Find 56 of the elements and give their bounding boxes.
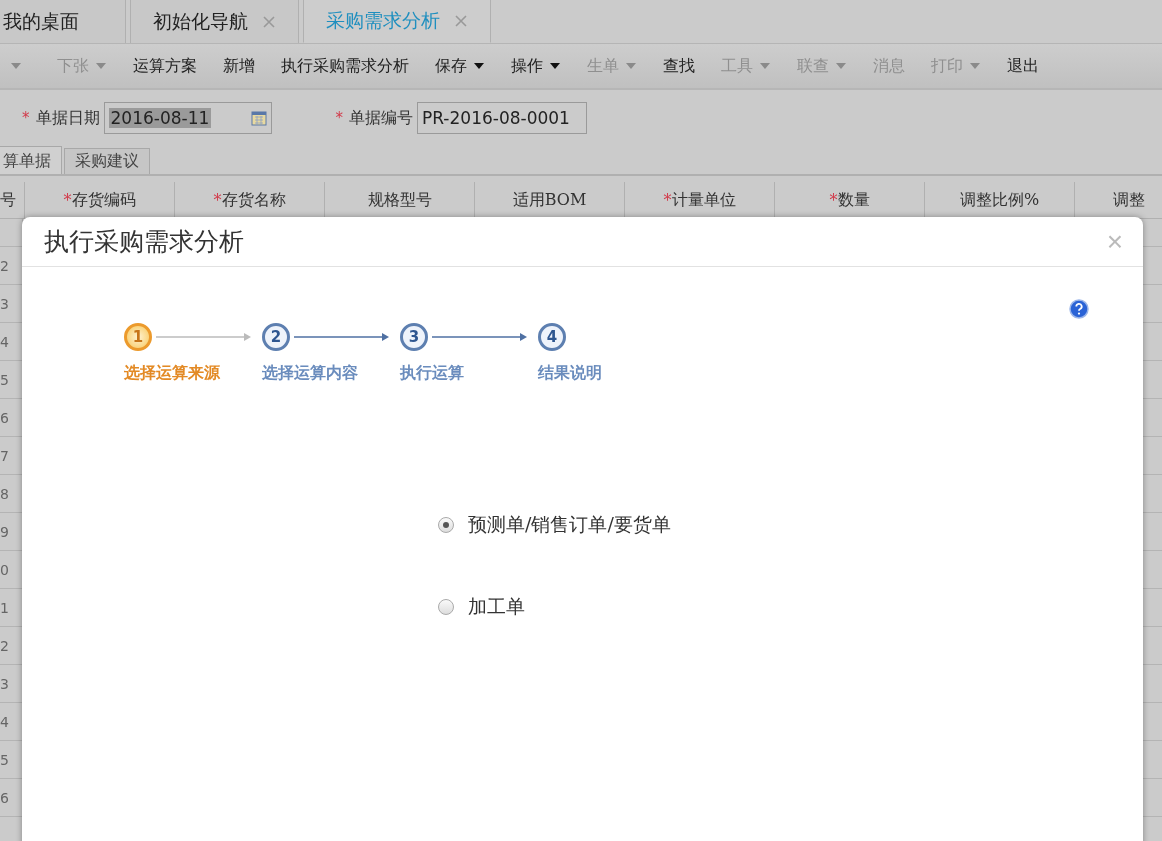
step-number: 2 — [262, 323, 290, 351]
row-number: 4 — [0, 713, 9, 730]
row-number: 9 — [0, 523, 9, 540]
step-number: 3 — [400, 323, 428, 351]
toolbar-button[interactable]: 新增 — [210, 55, 266, 77]
step-label: 选择运算来源 — [124, 363, 221, 384]
radio-label[interactable]: 加工单 — [468, 594, 525, 620]
required-mark: * — [22, 109, 30, 127]
step-label: 结果说明 — [538, 363, 603, 384]
text-field[interactable]: PR-2016-08-0001 — [417, 102, 587, 134]
radio-button[interactable] — [438, 599, 454, 615]
dialog-title: 执行采购需求分析 — [44, 226, 244, 258]
field-label: 单据日期 — [35, 107, 100, 129]
toolbar-button[interactable]: 运算方案 — [120, 55, 208, 77]
step-label: 选择运算内容 — [262, 363, 359, 384]
step-number: 1 — [124, 323, 152, 351]
arrow-icon — [432, 332, 528, 342]
step-label: 执行运算 — [400, 363, 465, 384]
date-field[interactable]: 2016-08-11 — [103, 102, 272, 134]
sub-tab[interactable]: 采购建议 — [64, 148, 150, 174]
row-number: 5 — [0, 371, 9, 388]
caret-icon[interactable] — [473, 62, 485, 70]
step-number: 4 — [538, 323, 566, 351]
close-icon[interactable] — [262, 14, 276, 29]
row-number: 8 — [0, 485, 9, 502]
close-icon[interactable] — [454, 14, 468, 28]
row-number: 6 — [0, 409, 9, 426]
arrow-icon — [294, 332, 390, 342]
page-tab[interactable]: 我的桌面 — [0, 0, 126, 43]
toolbar-button[interactable]: 查找 — [650, 55, 706, 77]
row-number: 1 — [0, 599, 9, 616]
row-number: 0 — [0, 561, 9, 578]
arrow-icon — [156, 332, 252, 342]
row-number: 3 — [0, 675, 9, 692]
toolbar-button[interactable]: 退出 — [994, 55, 1050, 77]
toolbar-button[interactable]: 操作 — [498, 55, 572, 77]
calendar-icon[interactable] — [250, 110, 267, 126]
row-number: 5 — [0, 751, 9, 768]
row-number: 2 — [0, 637, 9, 654]
row-number: 6 — [0, 789, 9, 806]
help-icon[interactable] — [1069, 299, 1089, 319]
row-number: 3 — [0, 295, 9, 312]
sub-tab[interactable]: 算单据 — [0, 146, 62, 174]
field-label: 单据编号 — [349, 107, 413, 129]
caret-icon[interactable] — [549, 62, 561, 70]
row-number: 7 — [0, 447, 9, 464]
toolbar-button[interactable]: 执行采购需求分析 — [268, 55, 420, 77]
column-header: 调整 — [1112, 188, 1146, 211]
row-number: 4 — [0, 333, 9, 350]
page-tab[interactable]: 初始化导航 — [130, 0, 299, 43]
column-header: 号 — [0, 182, 25, 218]
required-mark: * — [335, 109, 343, 127]
toolbar-button[interactable]: 保存 — [422, 55, 496, 77]
radio-button[interactable] — [438, 517, 454, 533]
row-number: 2 — [0, 257, 9, 274]
radio-label[interactable]: 预测单/销售订单/要货单 — [468, 512, 671, 538]
